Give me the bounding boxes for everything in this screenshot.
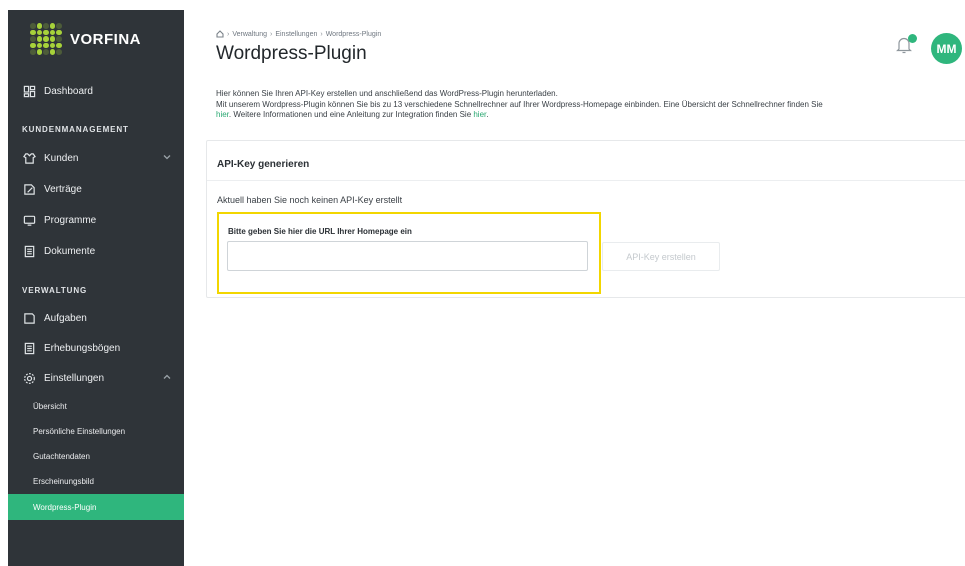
create-api-key-button[interactable]: API-Key erstellen [602,242,720,271]
card-divider [207,180,965,181]
kunden-icon [22,151,36,165]
sidebar-subitem-wordpress-plugin[interactable]: Wordpress-Plugin [8,494,184,520]
dokumente-icon [22,244,36,258]
sidebar-subitem-gutachtendaten[interactable]: Gutachtendaten [8,445,184,467]
chevron-down-icon [162,152,172,162]
api-key-status-text: Aktuell haben Sie noch keinen API-Key er… [217,195,403,205]
page-title: Wordpress-Plugin [216,43,367,64]
sidebar-item-einstellungen[interactable]: Einstellungen [8,366,184,390]
sidebar-item-dashboard[interactable]: Dashboard [8,79,184,103]
sidebar-item-label: Einstellungen [44,372,105,384]
erhebungsboegen-icon [22,341,36,355]
sidebar-item-vertraege[interactable]: Verträge [8,177,184,201]
aufgaben-icon [22,311,36,325]
intro-line-2: Mit unserem Wordpress-Plugin können Sie … [216,99,823,109]
sidebar-item-label: Verträge [44,183,82,195]
section-label-verwaltung: VERWALTUNG [22,286,88,295]
integration-guide-link[interactable]: hier [473,110,486,119]
breadcrumb-item-current: Wordpress-Plugin [325,30,382,38]
sidebar-item-erhebungsboegen[interactable]: Erhebungsbögen [8,336,184,360]
logo-icon [30,23,62,55]
sidebar-subitem-persoenliche-einstellungen[interactable]: Persönliche Einstellungen [8,420,184,442]
home-icon[interactable] [216,30,224,38]
avatar[interactable]: MM [931,33,962,64]
sidebar-item-label: Programme [44,214,97,226]
sidebar-item-label: Dokumente [44,245,96,257]
sidebar: VORFINA Dashboard KUNDENMANAGEMENT Kunde… [8,10,184,566]
sidebar-item-label: Erhebungsbögen [44,342,121,354]
sidebar-subitem-uebersicht[interactable]: Übersicht [8,395,184,417]
brand-name: VORFINA [70,30,141,48]
homepage-url-input[interactable] [227,241,588,271]
brand-logo[interactable]: VORFINA [8,10,184,68]
sidebar-item-dokumente[interactable]: Dokumente [8,239,184,263]
breadcrumb-item-verwaltung[interactable]: Verwaltung [232,31,267,38]
breadcrumb-item-einstellungen[interactable]: Einstellungen [275,31,317,38]
card-title: API-Key generieren [217,159,310,170]
sidebar-item-programme[interactable]: Programme [8,208,184,232]
section-label-kundenmanagement: KUNDENMANAGEMENT [22,125,129,134]
sidebar-subitem-erscheinungsbild[interactable]: Erscheinungsbild [8,470,184,492]
dashboard-icon [22,84,36,98]
sidebar-item-aufgaben[interactable]: Aufgaben [8,306,184,330]
url-field-label: Bitte geben Sie hier die URL Ihrer Homep… [228,227,412,236]
sidebar-item-label: Dashboard [44,85,93,97]
einstellungen-icon [22,371,36,385]
vertraege-icon [22,182,36,196]
intro-line-1: Hier können Sie Ihren API-Key erstellen … [216,89,558,98]
sidebar-item-kunden[interactable]: Kunden [8,146,184,170]
chevron-up-icon [162,372,172,382]
sidebar-item-label: Kunden [44,152,79,164]
breadcrumb: › Verwaltung › Einstellungen › Wordpress… [216,30,381,38]
intro-line-3: hier. Weitere Informationen und eine Anl… [216,110,489,119]
intro-text: Hier können Sie Ihren API-Key erstellen … [216,89,965,121]
sidebar-item-label: Aufgaben [44,312,87,324]
programme-icon [22,213,36,227]
notification-dot [908,34,917,43]
overview-link[interactable]: hier [216,110,229,119]
